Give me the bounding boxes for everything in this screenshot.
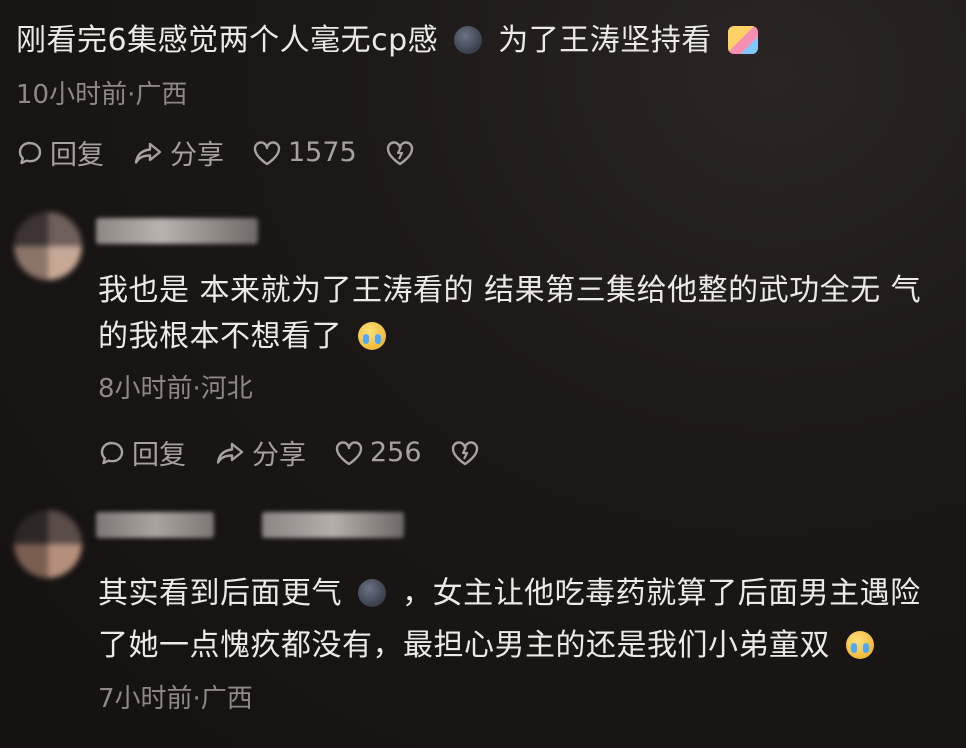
avatar[interactable] <box>14 212 82 280</box>
avatar[interactable] <box>14 510 82 578</box>
reply-text: 其实看到后面更气 ，女主让他吃毒药就算了后面男主遇险了她一点愧疚都没有，最担心男… <box>98 568 948 672</box>
dark-face-emoji-icon <box>454 26 483 54</box>
username-blurred-2 <box>262 512 404 538</box>
like-count: 256 <box>370 437 422 468</box>
share-label: 分享 <box>170 140 224 171</box>
like-button[interactable]: 1575 <box>252 137 357 168</box>
speech-bubble-icon <box>18 141 42 164</box>
like-button[interactable]: 256 <box>334 437 422 468</box>
comment-text-part-1: 刚看完6集感觉两个人毫无cp感 <box>16 23 439 58</box>
share-arrow-icon <box>134 142 162 164</box>
dark-face-emoji-icon <box>358 579 387 607</box>
laughing-crying-emoji-icon <box>846 631 875 659</box>
reply-meta: 7小时前·广西 <box>98 684 253 714</box>
share-label: 分享 <box>252 440 306 471</box>
comment-meta: 10小时前·广西 <box>16 80 188 110</box>
username-blurred[interactable] <box>96 218 258 244</box>
comment-actions: 回复 分享 1575 <box>16 133 946 172</box>
main-comment: 刚看完6集感觉两个人毫无cp感 为了王涛坚持看 10小时前·广西 回复 分享 1… <box>16 18 946 172</box>
heart-icon <box>253 140 281 165</box>
share-button[interactable]: 分享 <box>132 133 224 172</box>
reply-actions: 回复 分享 256 <box>98 433 948 472</box>
crying-emoji-icon <box>358 322 387 350</box>
heart-icon <box>335 440 363 465</box>
reply-button[interactable]: 回复 <box>16 133 104 172</box>
reply-button[interactable]: 回复 <box>98 433 186 472</box>
like-count: 1575 <box>288 137 357 168</box>
comment-text: 刚看完6集感觉两个人毫无cp感 为了王涛坚持看 <box>16 18 946 64</box>
broken-heart-icon <box>386 140 413 165</box>
dislike-button[interactable] <box>450 439 486 467</box>
share-button[interactable]: 分享 <box>214 433 306 472</box>
couple-emoji-icon <box>727 26 758 54</box>
dislike-button[interactable] <box>385 139 421 167</box>
reply-text-content: 我也是 本来就为了王涛看的 结果第三集给他整的武功全无 气的我根本不想看了 <box>98 273 922 354</box>
reply-text-part-1: 其实看到后面更气 <box>98 576 342 611</box>
speech-bubble-icon <box>100 441 124 464</box>
broken-heart-icon <box>451 440 478 465</box>
reply-text: 我也是 本来就为了王涛看的 结果第三集给他整的武功全无 气的我根本不想看了 <box>98 268 948 360</box>
username-blurred[interactable] <box>96 512 214 538</box>
comment-text-part-2: 为了王涛坚持看 <box>498 23 712 58</box>
reply-label: 回复 <box>50 140 104 171</box>
reply-label: 回复 <box>132 440 186 471</box>
share-arrow-icon <box>216 442 244 464</box>
reply-meta: 8小时前·河北 <box>98 374 253 404</box>
